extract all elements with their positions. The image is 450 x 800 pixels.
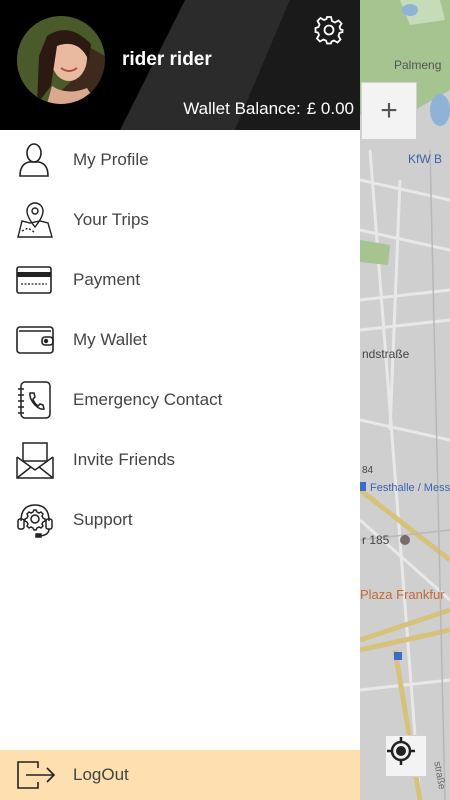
menu-item-emergency-contact[interactable]: Emergency Contact [0, 370, 360, 430]
navigation-drawer: rider rider Wallet Balance: £ 0.00 My Pr… [0, 0, 360, 800]
logout-button[interactable]: LogOut [0, 750, 360, 800]
crosshair-icon [387, 737, 415, 765]
wallet-balance: Wallet Balance: £ 0.00 [183, 99, 354, 119]
menu-label: Emergency Contact [73, 390, 223, 409]
menu-item-my-profile[interactable]: My Profile [0, 130, 360, 190]
map-label-plaza: Plaza Frankfur [360, 587, 445, 602]
map-label-r185: r 185 [362, 533, 390, 547]
user-icon [0, 142, 73, 178]
drawer-menu: My Profile Your Trips Payment My Wallet … [0, 130, 360, 550]
drawer-header: rider rider Wallet Balance: £ 0.00 [0, 0, 360, 130]
envelope-icon [0, 441, 73, 479]
menu-label: Invite Friends [73, 450, 176, 469]
zoom-in-label: + [380, 94, 398, 127]
credit-card-icon [0, 266, 73, 294]
menu-item-your-trips[interactable]: Your Trips [0, 190, 360, 250]
menu-label: Your Trips [73, 210, 149, 229]
wallet-icon [0, 325, 73, 355]
my-location-button[interactable] [385, 735, 427, 777]
menu-item-invite-friends[interactable]: Invite Friends [0, 430, 360, 490]
avatar[interactable] [17, 16, 105, 104]
user-name: rider rider [122, 49, 212, 70]
gear-icon [314, 16, 344, 45]
zoom-in-button[interactable]: + [361, 82, 417, 140]
menu-item-support[interactable]: Support [0, 490, 360, 550]
menu-label: My Profile [73, 150, 149, 169]
headset-gear-icon [0, 501, 73, 539]
menu-label: My Wallet [73, 330, 147, 349]
avatar-image [17, 16, 105, 104]
map-label-kfw: KfW B [408, 152, 443, 166]
logout-icon [0, 760, 73, 790]
map-label-palmeng: Palmeng [394, 58, 442, 72]
wallet-value: £ 0.00 [306, 99, 354, 118]
menu-label: Payment [73, 270, 141, 289]
phone-book-icon [0, 381, 73, 419]
settings-button[interactable] [314, 15, 344, 45]
map-pin-icon [0, 201, 73, 239]
wallet-label: Wallet Balance: [183, 99, 301, 118]
map-label-festhalle: Festhalle / Mess [370, 482, 450, 494]
map-label-street: ndstraße [362, 347, 410, 361]
logout-label: LogOut [73, 765, 129, 784]
map-label-route: 84 [362, 465, 374, 476]
menu-item-payment[interactable]: Payment [0, 250, 360, 310]
menu-item-my-wallet[interactable]: My Wallet [0, 310, 360, 370]
menu-label: Support [73, 510, 133, 529]
